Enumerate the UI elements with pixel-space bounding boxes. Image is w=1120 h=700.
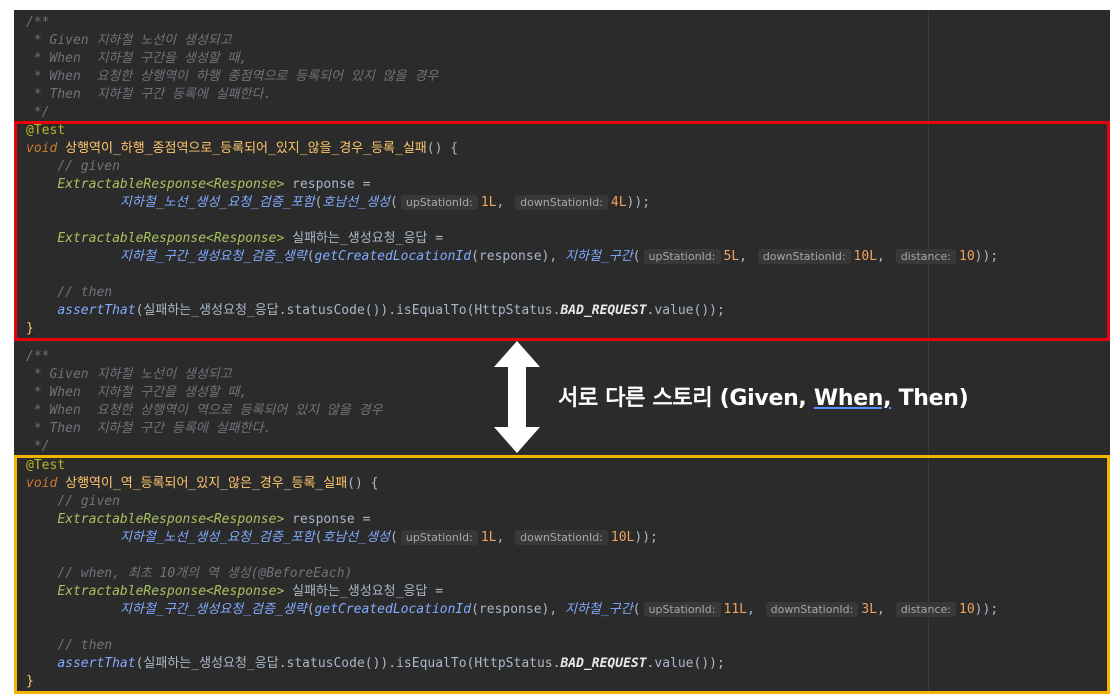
doc-comment-line: * Then 지하철 구간 등록에 실패한다. (26, 87, 272, 102)
red-highlight-box (14, 121, 1110, 341)
caption-text: 서로 다른 스토리 (Given, When, Then) (558, 386, 969, 411)
doc-comment-line: * When 요청한 상행역이 역으로 등록되어 있지 않을 경우 (26, 403, 383, 418)
doc-comment-line: * Then 지하철 구간 등록에 실패한다. (26, 421, 272, 436)
doc-comment-line: * When 지하철 구간을 생성할 때, (26, 385, 248, 400)
doc-comment-line: * Given 지하철 노선이 생성되고 (26, 367, 232, 382)
doc-comment-line: */ (26, 105, 50, 120)
yellow-highlight-box (14, 455, 1110, 694)
doc-comment-line: * When 요청한 상행역이 하행 종점역으로 등록되어 있지 않을 경우 (26, 69, 439, 84)
doc-comment-line: /** (26, 15, 50, 30)
doc-comment-line: /** (26, 349, 50, 364)
doc-comment-line: */ (26, 439, 50, 454)
doc-comment-line: * Given 지하철 노선이 생성되고 (26, 33, 232, 48)
double-vertical-arrow-icon (494, 341, 540, 453)
doc-comment-line: * When 지하철 구간을 생성할 때, (26, 51, 248, 66)
